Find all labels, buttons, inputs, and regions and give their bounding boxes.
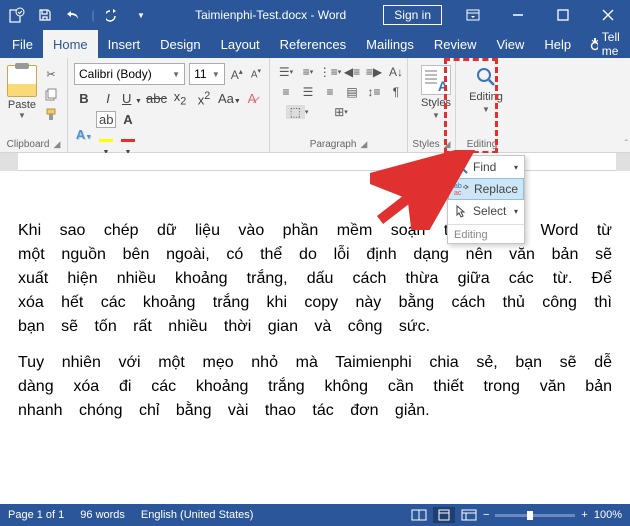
shading-icon[interactable]: ⬚▾ — [276, 103, 318, 121]
qat-separator: | — [88, 8, 98, 22]
paragraph-group-label: Paragraph — [310, 139, 357, 150]
align-left-icon[interactable]: ≡ — [276, 83, 296, 101]
tellme-label: Tell me — [602, 30, 625, 58]
view-read-icon[interactable] — [411, 509, 427, 521]
tab-design[interactable]: Design — [150, 30, 210, 58]
styles-button[interactable]: Styles ▼ — [414, 61, 458, 120]
underline-button[interactable]: U ▼ — [122, 91, 142, 106]
tab-layout[interactable]: Layout — [211, 30, 270, 58]
ruler[interactable] — [0, 153, 630, 171]
window-title: Taimienphi-Test.docx - Word — [158, 8, 383, 22]
decrease-indent-icon[interactable]: ◀≡ — [342, 63, 362, 81]
dropdown-separator — [448, 224, 524, 225]
sort-icon[interactable]: A↓ — [386, 63, 406, 81]
subscript-button[interactable]: x2 — [170, 89, 190, 108]
paste-button[interactable]: Paste ▼ — [6, 61, 38, 123]
borders-icon[interactable]: ⊞▾ — [320, 103, 362, 121]
status-page[interactable]: Page 1 of 1 — [8, 509, 64, 521]
format-painter-icon[interactable] — [41, 105, 61, 123]
strikethrough-button[interactable]: abc — [146, 91, 166, 106]
clear-formatting-icon[interactable]: A̷ — [242, 91, 262, 106]
grow-font-icon[interactable]: A▴ — [229, 67, 245, 82]
show-marks-icon[interactable]: ¶ — [386, 83, 406, 101]
qat-customize-icon[interactable]: ▼ — [128, 2, 154, 28]
undo-icon[interactable] — [60, 2, 86, 28]
superscript-button[interactable]: x2 — [194, 90, 214, 107]
tab-help[interactable]: Help — [534, 30, 581, 58]
view-web-icon[interactable] — [461, 509, 477, 521]
styles-icon — [421, 65, 451, 95]
cut-icon[interactable]: ✂ — [41, 65, 61, 83]
tab-insert[interactable]: Insert — [98, 30, 151, 58]
editing-button[interactable]: Editing ▼ — [462, 61, 510, 114]
shrink-font-icon[interactable]: A▾ — [249, 67, 263, 80]
align-center-icon[interactable]: ☰ — [298, 83, 318, 101]
replace-menu-item[interactable]: abacReplace — [448, 178, 524, 200]
align-right-icon[interactable]: ≡ — [320, 83, 340, 101]
zoom-in-icon[interactable]: + — [581, 509, 587, 521]
zoom-out-icon[interactable]: − — [483, 509, 489, 521]
signin-button[interactable]: Sign in — [383, 5, 442, 25]
multilevel-icon[interactable]: ⋮≡▾ — [320, 63, 340, 81]
font-name-combo[interactable]: Calibri (Body)▼ — [74, 63, 185, 85]
redo-icon[interactable] — [100, 2, 126, 28]
justify-icon[interactable]: ▤ — [342, 83, 362, 101]
styles-launcher-icon[interactable]: ◢ — [444, 139, 451, 150]
highlight-color-icon[interactable]: ab▼ — [96, 112, 116, 157]
font-size-combo[interactable]: 11▼ — [189, 63, 225, 85]
select-menu-item[interactable]: Select▾ — [448, 200, 524, 222]
bullets-icon[interactable]: ☰▾ — [276, 63, 296, 81]
find-icon — [474, 65, 498, 89]
clipboard-launcher-icon[interactable]: ◢ — [53, 139, 60, 150]
status-language[interactable]: English (United States) — [141, 509, 254, 521]
bold-button[interactable]: B — [74, 91, 94, 106]
line-spacing-icon[interactable]: ↕≡ — [364, 83, 384, 101]
numbering-icon[interactable]: ≡▾ — [298, 63, 318, 81]
save-icon[interactable] — [32, 2, 58, 28]
text-effects-icon[interactable]: A▼ — [74, 127, 94, 142]
font-color-icon[interactable]: A▼ — [118, 112, 138, 157]
editing-label: Editing — [469, 91, 503, 103]
document-area[interactable]: Khi sao chép dữ liệu vào phần mềm soạn t… — [0, 171, 630, 493]
tab-review[interactable]: Review — [424, 30, 487, 58]
zoom-value[interactable]: 100% — [594, 509, 622, 521]
tab-mailings[interactable]: Mailings — [356, 30, 424, 58]
find-menu-item[interactable]: Find▾ — [448, 156, 524, 178]
tellme-button[interactable]: Tell me — [581, 30, 630, 58]
paste-icon — [7, 65, 37, 97]
editing-dropdown: Find▾ abacReplace Select▾ Editing — [447, 155, 525, 244]
ribbon-options-icon[interactable] — [450, 0, 495, 30]
styles-label: Styles — [421, 97, 451, 109]
clipboard-group-label: Clipboard — [7, 139, 50, 150]
tab-references[interactable]: References — [270, 30, 356, 58]
status-words[interactable]: 96 words — [80, 509, 125, 521]
view-print-icon[interactable] — [433, 507, 455, 523]
increase-indent-icon[interactable]: ≡▶ — [364, 63, 384, 81]
copy-icon[interactable] — [41, 85, 61, 103]
svg-text:ac: ac — [454, 190, 462, 196]
tab-home[interactable]: Home — [43, 30, 98, 58]
svg-text:ab: ab — [454, 183, 462, 190]
minimize-icon[interactable] — [495, 0, 540, 30]
autosave-icon[interactable] — [4, 2, 30, 28]
styles-group-label: Styles — [412, 139, 439, 150]
tab-file[interactable]: File — [2, 30, 43, 58]
maximize-icon[interactable] — [540, 0, 585, 30]
zoom-slider[interactable] — [495, 514, 575, 517]
dropdown-group-label: Editing — [448, 227, 524, 243]
collapse-ribbon-icon[interactable]: ˆ — [625, 139, 628, 150]
italic-button[interactable]: I — [98, 91, 118, 106]
paste-label: Paste — [8, 99, 36, 111]
close-icon[interactable] — [585, 0, 630, 30]
paragraph-launcher-icon[interactable]: ◢ — [360, 139, 367, 150]
tab-view[interactable]: View — [486, 30, 534, 58]
change-case-icon[interactable]: Aa▼ — [218, 91, 238, 106]
paragraph-2: Tuy nhiên với một mẹo nhỏ mà Taimienphi … — [18, 351, 612, 423]
editing-group-label: Editing — [467, 139, 498, 150]
